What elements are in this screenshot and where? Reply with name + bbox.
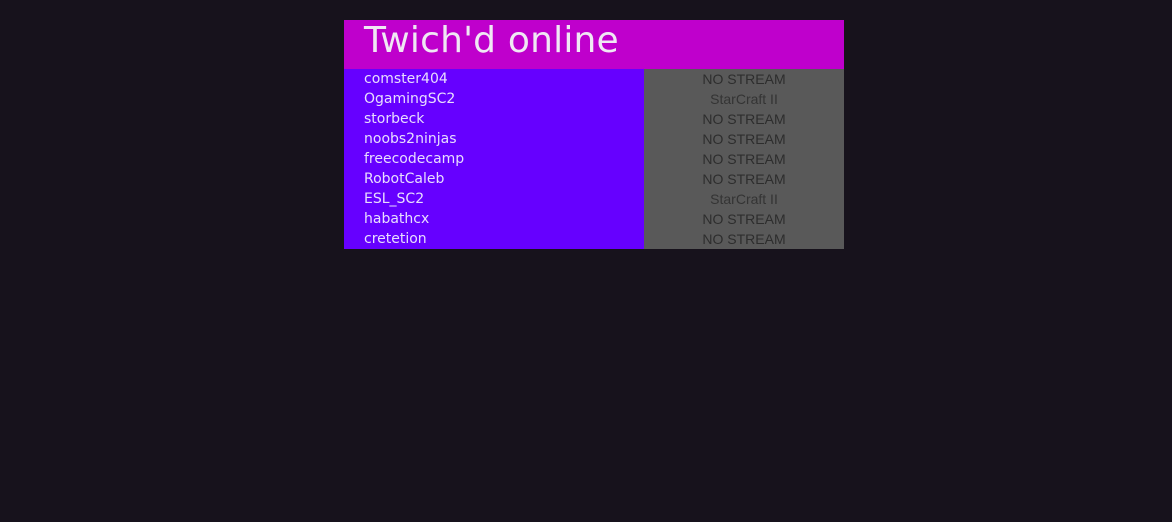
app-header: Twich'd online bbox=[344, 20, 844, 69]
channel-list: comster404 NO STREAM OgamingSC2 StarCraf… bbox=[344, 69, 844, 249]
stream-status: NO STREAM bbox=[644, 129, 844, 149]
channel-name-link[interactable]: storbeck bbox=[344, 109, 644, 129]
channel-row: storbeck NO STREAM bbox=[344, 109, 844, 129]
channel-name-link[interactable]: cretetion bbox=[344, 229, 644, 249]
channel-name-link[interactable]: comster404 bbox=[344, 69, 644, 89]
channel-row: comster404 NO STREAM bbox=[344, 69, 844, 89]
channel-row: ESL_SC2 StarCraft II bbox=[344, 189, 844, 209]
channel-row: RobotCaleb NO STREAM bbox=[344, 169, 844, 189]
channel-row: OgamingSC2 StarCraft II bbox=[344, 89, 844, 109]
channel-name-link[interactable]: RobotCaleb bbox=[344, 169, 644, 189]
channel-row: habathcx NO STREAM bbox=[344, 209, 844, 229]
stream-status: NO STREAM bbox=[644, 209, 844, 229]
stream-status: NO STREAM bbox=[644, 229, 844, 249]
stream-status: NO STREAM bbox=[644, 149, 844, 169]
channel-row: cretetion NO STREAM bbox=[344, 229, 844, 249]
channel-name-link[interactable]: freecodecamp bbox=[344, 149, 644, 169]
stream-status: NO STREAM bbox=[644, 69, 844, 89]
channel-name-link[interactable]: noobs2ninjas bbox=[344, 129, 644, 149]
stream-game-link[interactable]: StarCraft II bbox=[644, 189, 844, 209]
stream-status: NO STREAM bbox=[644, 109, 844, 129]
streamer-panel: Twich'd online comster404 NO STREAM Ogam… bbox=[344, 20, 844, 249]
stream-status: NO STREAM bbox=[644, 169, 844, 189]
channel-row: freecodecamp NO STREAM bbox=[344, 149, 844, 169]
stream-game-link[interactable]: StarCraft II bbox=[644, 89, 844, 109]
channel-name-link[interactable]: OgamingSC2 bbox=[344, 89, 644, 109]
app-title: Twich'd online bbox=[364, 20, 619, 61]
channel-name-link[interactable]: ESL_SC2 bbox=[344, 189, 644, 209]
channel-row: noobs2ninjas NO STREAM bbox=[344, 129, 844, 149]
channel-name-link[interactable]: habathcx bbox=[344, 209, 644, 229]
